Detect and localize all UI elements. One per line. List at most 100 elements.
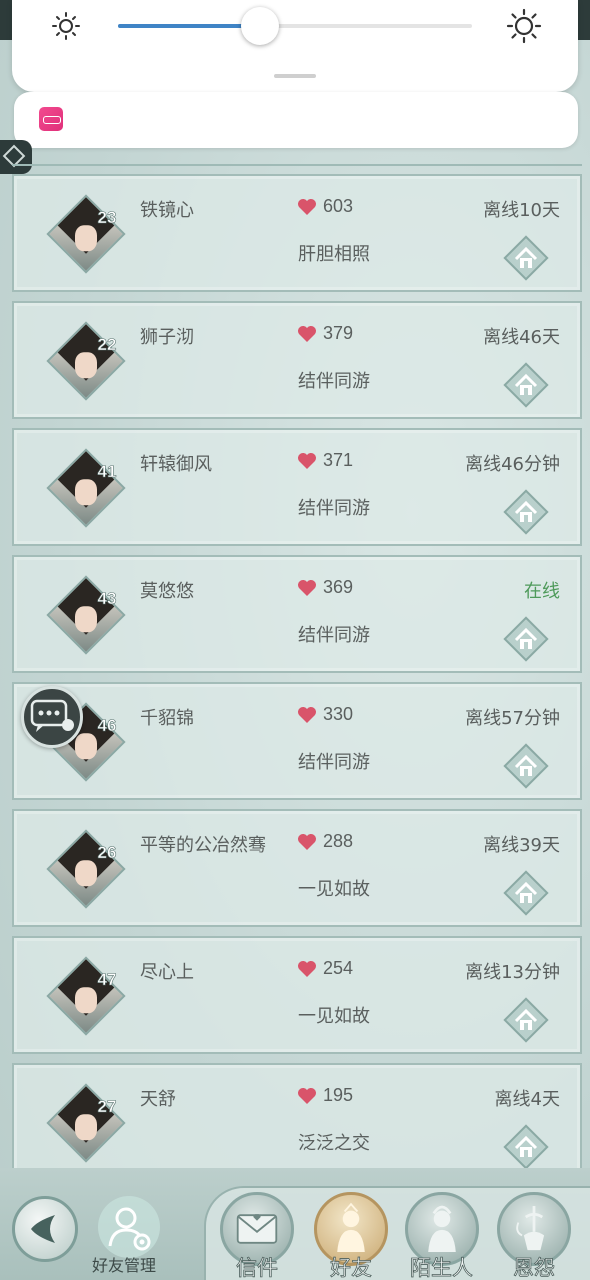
home-icon [502,235,550,286]
friend-name: 天舒 [140,1089,176,1110]
intimacy-value: 369 [323,577,354,597]
bilibili-icon [39,107,63,131]
tab-label: 陌生人 [410,1256,474,1280]
brightness-slider[interactable] [118,7,472,45]
notification-card[interactable] [14,92,578,148]
avatar-portrait [46,1083,126,1163]
friend-name: 轩辕御风 [140,454,212,475]
sun-bright-icon [506,8,542,44]
avatar-portrait [46,956,126,1036]
friend-list[interactable]: 23 铁镜心 603 肝胆相照 离线10天 22 狮子沏 379 结伴同游 离线46天 41 轩辕御风… [0,150,590,1168]
friend-name: 狮子沏 [140,327,194,348]
online-status: 离线46天 [483,327,560,348]
heart-icon [297,452,317,470]
friend-name: 尽心上 [140,962,194,983]
relationship-label: 泛泛之交 [298,1133,370,1154]
friend-level: 43 [97,589,117,609]
friend-level: 46 [97,716,117,736]
tab-label: 好友 [330,1256,373,1280]
intimacy-value: 195 [323,1085,354,1105]
visit-home-button[interactable] [502,234,550,282]
friend-name: 铁镜心 [140,200,194,221]
back-arrow-icon [31,1215,55,1243]
visit-home-button[interactable] [502,742,550,790]
home-icon [502,616,550,667]
visit-home-button[interactable] [502,996,550,1044]
visit-home-button[interactable] [502,615,550,663]
friend-level: 22 [97,335,117,355]
friend-name: 莫悠悠 [140,581,194,602]
friend-row[interactable]: 41 轩辕御风 371 结伴同游 离线46分钟 [12,428,582,546]
home-icon [502,362,550,413]
friend-row[interactable]: 43 莫悠悠 369 结伴同游 在线 [12,555,582,673]
quick-settings-panel [12,0,578,92]
avatar-portrait [46,448,126,528]
friend-row[interactable]: 27 天舒 195 泛泛之交 离线4天 [12,1063,582,1168]
sun-dim-icon [52,12,80,40]
avatar-portrait [46,321,126,401]
friend-row[interactable]: 22 狮子沏 379 结伴同游 离线46天 [12,301,582,419]
friend-row[interactable]: 26 平等的公冶然骞 288 一见如故 离线39天 [12,809,582,927]
relationship-label: 结伴同游 [298,371,370,392]
heart-icon [297,706,317,724]
friend-row[interactable]: 23 铁镜心 603 肝胆相照 离线10天 [12,174,582,292]
online-status: 离线13分钟 [465,962,560,983]
relationship-label: 结伴同游 [298,625,370,646]
relationship-label: 一见如故 [298,1006,370,1027]
tab-label: 信件 [236,1256,279,1280]
friend-level: 47 [97,970,117,990]
online-status: 离线46分钟 [465,454,560,475]
friend-manage-button[interactable] [96,1194,162,1260]
chat-bubble-icon [30,699,74,732]
online-status: 离线10天 [483,200,560,221]
intimacy-value: 330 [323,704,354,724]
visit-home-button[interactable] [502,869,550,917]
friend-name: 平等的公冶然骞 [140,835,266,856]
friend-row[interactable]: 46 千貂锦 330 结伴同游 离线57分钟 [12,682,582,800]
heart-icon [297,325,317,343]
avatar-portrait [46,829,126,909]
intimacy-value: 288 [323,831,354,851]
friend-level: 27 [97,1097,117,1117]
relationship-label: 一见如故 [298,879,370,900]
avatar-portrait [46,194,126,274]
intimacy-value: 254 [323,958,354,978]
list-top-divider [12,160,582,166]
friend-level: 26 [97,843,117,863]
heart-icon [297,1087,317,1105]
visit-home-button[interactable] [502,361,550,409]
online-status: 离线39天 [483,835,560,856]
friend-level: 41 [97,462,117,482]
brightness-slider-thumb[interactable] [240,7,279,45]
relationship-label: 肝胆相照 [298,244,370,265]
shade-drag-handle[interactable] [274,74,316,78]
intimacy-value: 379 [323,323,354,343]
brightness-slider-fill [118,24,260,28]
friend-manage-icon [98,1196,160,1258]
visit-home-button[interactable] [502,488,550,536]
intimacy-value: 371 [323,450,354,470]
bottom-navigation: 好友管理 信件 好友 陌生人 恩怨 [0,1168,590,1280]
floating-chat-button[interactable] [21,686,83,748]
avatar-portrait [46,575,126,655]
back-button[interactable] [12,1196,78,1262]
intimacy-value: 603 [323,196,354,216]
online-status: 离线57分钟 [465,708,560,729]
home-icon [502,870,550,921]
heart-icon [297,198,317,216]
home-icon [502,1124,550,1168]
relationship-label: 结伴同游 [298,752,370,773]
heart-icon [297,833,317,851]
heart-icon [297,960,317,978]
relationship-label: 结伴同游 [298,498,370,519]
friend-row[interactable]: 47 尽心上 254 一见如故 离线13分钟 [12,936,582,1054]
online-status: 在线 [524,581,560,602]
home-icon [502,997,550,1048]
friend-level: 23 [97,208,117,228]
online-status: 离线4天 [494,1089,560,1110]
home-icon [502,743,550,794]
visit-home-button[interactable] [502,1123,550,1168]
home-icon [502,489,550,540]
friend-manage-label: 好友管理 [92,1256,157,1275]
heart-icon [297,579,317,597]
